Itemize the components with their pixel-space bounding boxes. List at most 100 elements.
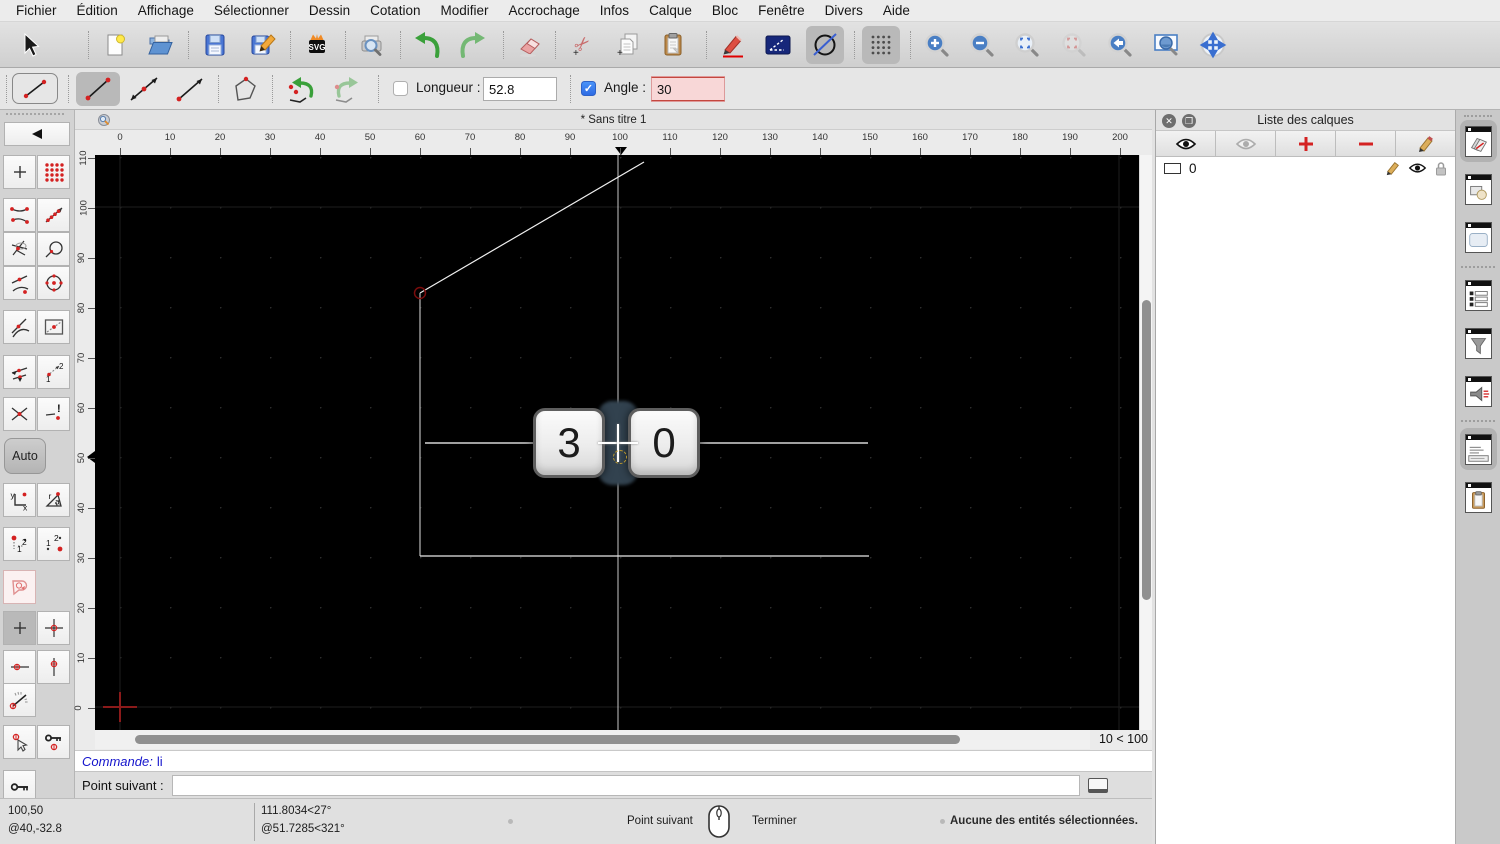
snap-auto-button[interactable]: Auto bbox=[4, 438, 46, 474]
horizontal-scrollbar[interactable] bbox=[95, 730, 1090, 749]
snap-on-entity-button[interactable] bbox=[37, 198, 70, 232]
snap-intersection-auto-button[interactable] bbox=[3, 232, 36, 266]
polyline-button[interactable] bbox=[224, 72, 268, 106]
snap-middle-button[interactable] bbox=[3, 266, 36, 300]
copy-button[interactable]: + bbox=[609, 26, 647, 64]
layer-edit-button[interactable] bbox=[1385, 160, 1401, 176]
restrict-vertical-button[interactable] bbox=[37, 650, 70, 684]
restrict-horizontal-button[interactable] bbox=[3, 650, 36, 684]
order-1-2-button[interactable]: 1 2 bbox=[3, 527, 36, 561]
toggle-filter-button[interactable] bbox=[1460, 322, 1497, 364]
set-relative-zero-button[interactable] bbox=[3, 725, 36, 759]
snap-free-button[interactable] bbox=[3, 155, 36, 189]
menu-item-modifier[interactable]: Modifier bbox=[430, 0, 498, 22]
intersection-button[interactable] bbox=[3, 397, 36, 431]
redo-button[interactable] bbox=[454, 26, 492, 64]
menu-item-fichier[interactable]: Fichier bbox=[0, 0, 67, 22]
print-preview-button[interactable] bbox=[353, 26, 391, 64]
ray-button[interactable] bbox=[168, 72, 212, 106]
snap-center-button[interactable] bbox=[37, 266, 70, 300]
remove-layer-button[interactable] bbox=[1336, 131, 1396, 156]
command-input[interactable] bbox=[172, 775, 1080, 796]
delete-eraser-button[interactable] bbox=[511, 26, 549, 64]
toolbar-handle[interactable] bbox=[6, 75, 7, 103]
add-layer-button[interactable] bbox=[1276, 131, 1336, 156]
zoom-pan-button[interactable] bbox=[1194, 26, 1232, 64]
restrict-orthogonal-cross-button[interactable] bbox=[37, 611, 70, 645]
redo-segment-button[interactable] bbox=[326, 72, 370, 106]
undo-button[interactable] bbox=[408, 26, 446, 64]
menu-item-edition[interactable]: Édition bbox=[67, 0, 128, 22]
line-two-points-button[interactable] bbox=[76, 72, 120, 106]
snap-endpoints-button[interactable] bbox=[3, 198, 36, 232]
menu-item-calque[interactable]: Calque bbox=[639, 0, 702, 22]
longueur-checkbox[interactable] bbox=[393, 81, 408, 96]
vertical-scrollbar-thumb[interactable] bbox=[1142, 300, 1151, 600]
angle-checkbox[interactable]: ✓ bbox=[581, 81, 596, 96]
line-infinite-button[interactable] bbox=[122, 72, 166, 106]
toggle-clipboard-button[interactable] bbox=[1460, 476, 1497, 518]
zoom-auto-button[interactable] bbox=[1008, 26, 1046, 64]
toggle-block-list-button[interactable] bbox=[1460, 168, 1497, 210]
set-angle-button[interactable] bbox=[3, 683, 36, 717]
menu-item-bloc[interactable]: Bloc bbox=[702, 0, 748, 22]
zoom-previous-button[interactable] bbox=[1055, 26, 1093, 64]
command-window-toggle-button[interactable] bbox=[1088, 778, 1108, 793]
save-button[interactable] bbox=[196, 26, 234, 64]
hide-all-layers-button[interactable] bbox=[1216, 131, 1276, 156]
toggle-entity-list-button[interactable] bbox=[1460, 274, 1497, 316]
order-2-1-button[interactable]: 1 2 bbox=[37, 527, 70, 561]
svg-export-button[interactable]: SVG bbox=[298, 26, 336, 64]
attributes-pen-button[interactable] bbox=[714, 26, 752, 64]
edit-layer-button[interactable] bbox=[1396, 131, 1455, 156]
intersection-manual-button[interactable]: ! bbox=[37, 397, 70, 431]
cut-button[interactable]: ✂ + bbox=[563, 26, 601, 64]
save-as-button[interactable] bbox=[243, 26, 281, 64]
coordinate-polar-button[interactable]: r a bbox=[37, 483, 70, 517]
toggle-library-browser-button[interactable] bbox=[1460, 216, 1497, 258]
sidebar-handle[interactable] bbox=[6, 113, 64, 115]
new-document-button[interactable] bbox=[96, 26, 134, 64]
toggle-layer-list-button[interactable] bbox=[1460, 120, 1497, 162]
layer-row[interactable]: 0 bbox=[1156, 157, 1455, 179]
snap-tangent-button[interactable] bbox=[3, 310, 36, 344]
undo-segment-button[interactable] bbox=[280, 72, 324, 106]
restrict-nothing-button[interactable] bbox=[3, 611, 36, 645]
snap-distance-button[interactable] bbox=[37, 232, 70, 266]
snap-grid-button[interactable] bbox=[37, 155, 70, 189]
layer-color-swatch[interactable] bbox=[1164, 163, 1181, 174]
menu-item-cotation[interactable]: Cotation bbox=[360, 0, 430, 22]
layer-lock-button[interactable] bbox=[1434, 161, 1448, 176]
zoom-out-button[interactable] bbox=[963, 26, 1001, 64]
restrict-orthogonal-button[interactable] bbox=[3, 355, 36, 389]
collapse-back-button[interactable] bbox=[4, 122, 70, 146]
menu-item-dessin[interactable]: Dessin bbox=[299, 0, 360, 22]
coordinate-cartesian-button[interactable]: y x bbox=[3, 483, 36, 517]
menu-item-divers[interactable]: Divers bbox=[815, 0, 873, 22]
close-panel-button[interactable]: ✕ bbox=[1162, 114, 1176, 128]
layer-visibility-button[interactable] bbox=[1408, 162, 1427, 174]
menu-item-infos[interactable]: Infos bbox=[590, 0, 639, 22]
snap-exclusive-button[interactable] bbox=[3, 570, 36, 604]
paste-button[interactable] bbox=[654, 26, 692, 64]
vertical-scrollbar[interactable] bbox=[1139, 155, 1152, 730]
show-all-layers-button[interactable] bbox=[1156, 131, 1216, 156]
toggle-command-options-button[interactable] bbox=[1460, 370, 1497, 412]
zoom-in-button[interactable] bbox=[918, 26, 956, 64]
snap-restrict-rect-button[interactable] bbox=[37, 310, 70, 344]
pointer-tool-button[interactable] bbox=[11, 26, 49, 64]
selection-rectangle-button[interactable] bbox=[759, 26, 797, 64]
angle-input[interactable] bbox=[651, 77, 725, 101]
grid-toggle-button[interactable] bbox=[862, 26, 900, 64]
menu-item-selectionner[interactable]: Sélectionner bbox=[204, 0, 299, 22]
menu-item-aide[interactable]: Aide bbox=[873, 0, 920, 22]
zoom-back-button[interactable] bbox=[1101, 26, 1139, 64]
horizontal-scrollbar-thumb[interactable] bbox=[135, 735, 960, 744]
menu-item-fenetre[interactable]: Fenêtre bbox=[748, 0, 815, 22]
menu-item-affichage[interactable]: Affichage bbox=[128, 0, 204, 22]
longueur-input[interactable] bbox=[483, 77, 557, 101]
open-file-button[interactable] bbox=[141, 26, 179, 64]
menu-item-accrochage[interactable]: Accrochage bbox=[498, 0, 589, 22]
toggle-command-line-button[interactable] bbox=[1460, 428, 1497, 470]
draft-mode-button[interactable] bbox=[806, 26, 844, 64]
